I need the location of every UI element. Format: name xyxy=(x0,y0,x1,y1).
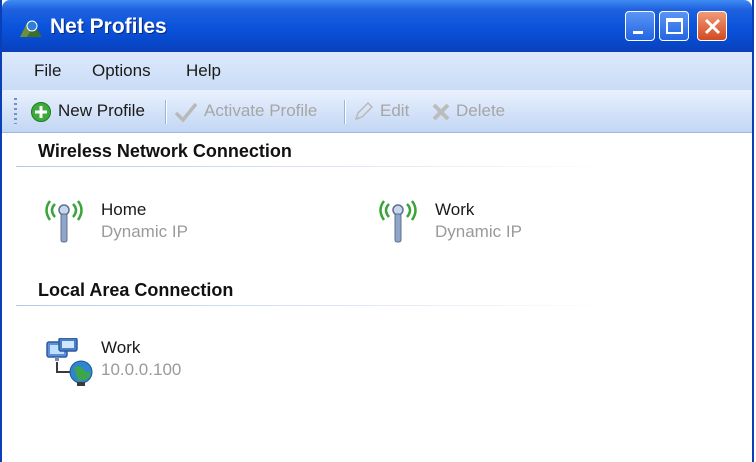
new-profile-label: New Profile xyxy=(58,101,145,120)
menu-options[interactable]: Options xyxy=(92,61,151,81)
toolbar: New Profile Activate Profile Edit Delete xyxy=(2,90,752,133)
wireless-antenna-icon xyxy=(45,200,83,243)
menu-file[interactable]: File xyxy=(34,61,61,81)
add-icon xyxy=(31,102,51,122)
menu-bar: File Options Help xyxy=(2,52,752,90)
profile-name: Work xyxy=(101,338,141,357)
minimize-button[interactable] xyxy=(625,11,655,41)
pencil-icon xyxy=(354,101,374,121)
net-profiles-app-icon xyxy=(20,20,42,37)
minimize-icon xyxy=(633,31,643,34)
maximize-icon xyxy=(666,18,683,34)
section-divider xyxy=(16,166,616,167)
profile-detail: Dynamic IP xyxy=(435,222,522,241)
profile-detail: Dynamic IP xyxy=(101,222,188,241)
wireless-antenna-icon xyxy=(379,200,417,243)
close-icon xyxy=(704,18,721,35)
edit-label: Edit xyxy=(380,101,410,120)
app-window: Net Profiles File Options Help New Profi… xyxy=(0,0,754,462)
activate-profile-label: Activate Profile xyxy=(204,101,318,120)
section-divider xyxy=(16,305,616,306)
profile-detail: 10.0.0.100 xyxy=(101,360,182,379)
title-bar[interactable]: Net Profiles xyxy=(2,0,752,52)
profile-name: Work xyxy=(435,200,475,219)
delete-x-icon xyxy=(432,103,450,121)
profile-name: Home xyxy=(101,200,147,219)
section-title-wireless: Wireless Network Connection xyxy=(38,141,292,161)
toolbar-separator xyxy=(344,100,346,124)
window-title: Net Profiles xyxy=(50,15,167,38)
toolbar-grip[interactable] xyxy=(14,98,17,124)
section-title-local-area: Local Area Connection xyxy=(38,280,234,300)
delete-label: Delete xyxy=(456,101,506,120)
toolbar-separator xyxy=(165,100,167,124)
menu-help[interactable]: Help xyxy=(186,61,221,81)
close-button[interactable] xyxy=(697,11,727,41)
maximize-button[interactable] xyxy=(659,11,689,41)
checkmark-icon xyxy=(174,102,198,123)
network-computers-icon xyxy=(46,338,93,386)
